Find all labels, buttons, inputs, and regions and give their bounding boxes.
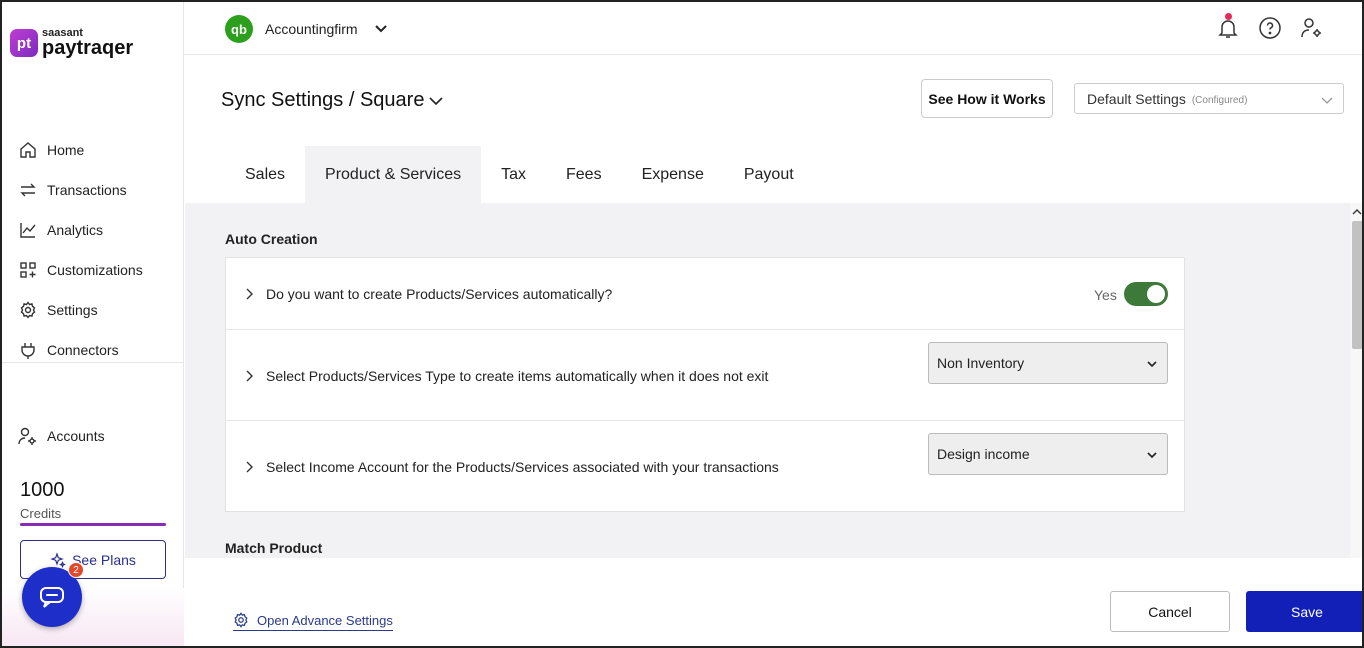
plug-icon (18, 340, 38, 360)
tab-product-services[interactable]: Product & Services (305, 146, 482, 203)
sidebar-item-transactions[interactable]: Transactions (2, 170, 184, 210)
user-settings-icon[interactable] (1300, 16, 1324, 40)
sidebar-item-label: Settings (47, 302, 98, 318)
income-account-select[interactable]: Design income (928, 433, 1168, 475)
see-how-it-works-button[interactable]: See How it Works (921, 79, 1053, 118)
cancel-button[interactable]: Cancel (1110, 591, 1230, 632)
sidebar-item-accounts[interactable]: Accounts (2, 416, 184, 456)
settings-tabs: Sales Product & Services Tax Fees Expens… (225, 146, 814, 203)
income-account-value: Design income (937, 446, 1030, 462)
bell-icon[interactable] (1216, 13, 1240, 40)
sidebar: pt saasant paytraqer Home Transactions A… (2, 2, 184, 646)
chevron-down-icon (1146, 357, 1158, 373)
sidebar-item-analytics[interactable]: Analytics (2, 210, 184, 250)
quickbooks-logo-icon: qb (225, 15, 253, 43)
setting-row-product-type[interactable]: Select Products/Services Type to create … (226, 330, 1184, 421)
setting-row-auto-create[interactable]: Do you want to create Products/Services … (226, 258, 1184, 330)
auto-create-toggle[interactable] (1124, 282, 1168, 306)
auto-creation-card: Do you want to create Products/Services … (225, 257, 1185, 512)
setting-row-text: Do you want to create Products/Services … (266, 286, 613, 302)
product-type-value: Non Inventory (937, 355, 1025, 371)
chevron-right-icon[interactable] (243, 369, 255, 387)
sidebar-nav: Home Transactions Analytics Customizatio… (2, 130, 184, 370)
setting-row-income-account[interactable]: Select Income Account for the Products/S… (226, 421, 1184, 512)
toggle-knob (1147, 285, 1165, 303)
sidebar-item-connectors[interactable]: Connectors (2, 330, 184, 370)
credits-label: Credits (20, 506, 62, 521)
credits-block: 1000 Credits (20, 479, 65, 521)
top-icons (1216, 13, 1324, 40)
section-title-match-product: Match Product (225, 540, 323, 556)
sidebar-item-home[interactable]: Home (2, 130, 184, 170)
chevron-down-icon (1146, 448, 1158, 464)
tab-sales[interactable]: Sales (225, 146, 305, 203)
chat-icon (39, 585, 65, 609)
notification-dot (1225, 13, 1232, 20)
open-advance-settings-label: Open Advance Settings (257, 612, 393, 628)
settings-profile-value: Default Settings (1087, 90, 1186, 107)
tab-expense[interactable]: Expense (622, 146, 724, 203)
sidebar-item-customizations[interactable]: Customizations (2, 250, 184, 290)
chevron-down-icon (429, 96, 444, 105)
setting-row-text: Select Products/Services Type to create … (266, 368, 769, 384)
credits-progress (20, 523, 166, 526)
grid-icon (18, 260, 38, 280)
logo-big-text: paytraqer (42, 37, 134, 59)
chart-icon (18, 220, 38, 240)
sidebar-item-label: Transactions (47, 182, 127, 198)
page-title[interactable]: Sync Settings / Square (221, 89, 444, 112)
sidebar-item-label: Home (47, 142, 85, 158)
sidebar-accounts: Accounts (2, 416, 184, 456)
chat-notification-badge: 2 (68, 562, 84, 578)
app-window: pt saasant paytraqer Home Transactions A… (0, 0, 1364, 648)
user-settings-icon (18, 426, 38, 446)
sidebar-divider (2, 362, 184, 363)
help-icon[interactable] (1258, 16, 1282, 40)
setting-row-text: Select Income Account for the Products/S… (266, 459, 779, 475)
open-advance-settings-link[interactable]: Open Advance Settings (233, 612, 393, 631)
gear-icon (18, 300, 38, 320)
top-bar: qb Accountingfirm (184, 2, 1362, 55)
gear-icon (234, 612, 248, 628)
sidebar-item-label: Customizations (47, 262, 143, 278)
page-title-text: Sync Settings / Square (221, 89, 425, 111)
sidebar-item-label: Accounts (47, 428, 105, 444)
settings-profile-status: (Configured) (1191, 94, 1248, 106)
chevron-right-icon[interactable] (243, 287, 255, 305)
product-type-select[interactable]: Non Inventory (928, 342, 1168, 384)
sidebar-item-settings[interactable]: Settings (2, 290, 184, 330)
save-button[interactable]: Save (1246, 591, 1362, 632)
transfer-icon (18, 180, 38, 200)
scrollbar-thumb[interactable] (1352, 221, 1362, 349)
credits-value: 1000 (20, 479, 65, 501)
company-name[interactable]: Accountingfirm (265, 21, 358, 37)
tab-tax[interactable]: Tax (481, 146, 546, 203)
home-icon (18, 140, 38, 160)
logo[interactable]: pt saasant paytraqer (10, 28, 133, 58)
sparkle-icon (50, 551, 67, 568)
scroll-up-arrow-icon[interactable] (1350, 205, 1362, 217)
tab-fees[interactable]: Fees (546, 146, 622, 203)
chevron-down-icon[interactable] (374, 22, 388, 41)
section-title-auto-creation: Auto Creation (225, 231, 318, 247)
chevron-right-icon[interactable] (243, 460, 255, 478)
tab-content: Auto Creation Do you want to create Prod… (185, 203, 1350, 558)
chevron-down-icon (1321, 93, 1333, 109)
content-scrollbar[interactable] (1350, 203, 1362, 558)
sidebar-item-label: Connectors (47, 342, 119, 358)
toggle-label: Yes (1094, 287, 1117, 303)
credits-progress-fill (20, 523, 166, 526)
settings-profile-select[interactable]: Default Settings (Configured) (1074, 83, 1344, 114)
sidebar-item-label: Analytics (47, 222, 104, 238)
logo-mark: pt (10, 29, 38, 57)
tab-payout[interactable]: Payout (724, 146, 814, 203)
